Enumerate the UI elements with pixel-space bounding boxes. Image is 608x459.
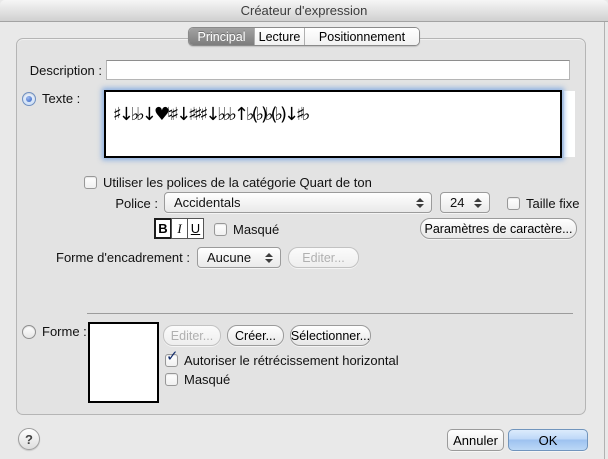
- window-title: Créateur d'expression: [241, 3, 368, 18]
- masque-forme-label[interactable]: Masqué: [184, 372, 230, 387]
- stepper-arrows-icon: [265, 253, 273, 263]
- parametres-caractere-button[interactable]: Paramètres de caractère...: [420, 218, 577, 239]
- police-popup[interactable]: Accidentals: [164, 192, 432, 213]
- text-style-segment: B I U: [154, 218, 204, 239]
- bold-button[interactable]: B: [154, 218, 172, 239]
- forme-editer-button: Editer...: [163, 325, 221, 346]
- forme-radio-label: Forme :: [42, 324, 87, 339]
- police-popup-value: Accidentals: [165, 195, 416, 210]
- italic-button[interactable]: I: [171, 218, 188, 239]
- forme-radio-circle[interactable]: [22, 325, 36, 339]
- radio-dot: [26, 96, 32, 102]
- window-edge: [604, 22, 605, 459]
- quart-de-ton-label[interactable]: Utiliser les polices de la catégorie Qua…: [103, 175, 372, 190]
- autoriser-retrecissement-checkbox[interactable]: ✓ Autoriser le rétrécissement horizontal: [165, 353, 399, 368]
- underline-button[interactable]: U: [187, 218, 204, 239]
- description-label: Description :: [16, 63, 102, 78]
- forme-selectionner-button[interactable]: Sélectionner...: [290, 325, 371, 346]
- size-popup-value: 24: [441, 195, 474, 210]
- checkbox-box[interactable]: ✓: [84, 176, 97, 189]
- quart-de-ton-checkbox[interactable]: ✓ Utiliser les polices de la catégorie Q…: [84, 175, 372, 190]
- forme-creer-button[interactable]: Créer...: [227, 325, 284, 346]
- forme-radio[interactable]: Forme :: [22, 324, 87, 339]
- texte-radio-circle[interactable]: [22, 92, 36, 106]
- taille-fixe-checkbox[interactable]: ✓ Taille fixe: [507, 196, 579, 211]
- checkbox-box[interactable]: ✓: [507, 197, 520, 210]
- check-icon: ✓: [166, 349, 179, 364]
- size-popup[interactable]: 24: [440, 192, 490, 213]
- texte-radio-label: Texte :: [42, 91, 80, 106]
- encadrement-popup-value: Aucune: [198, 250, 265, 265]
- checkbox-box[interactable]: ✓: [214, 223, 227, 236]
- texte-scrollbar-track[interactable]: [564, 91, 575, 157]
- texte-value: ♯↓♭♭↓♥♮♯↓♯♯♯↓♭♭♭↑♭(♭)♭(♭)↓♯♭: [106, 92, 560, 125]
- texte-radio[interactable]: Texte :: [22, 91, 80, 106]
- stepper-arrows-icon: [474, 198, 482, 208]
- encadrement-editer-button: Editer...: [288, 247, 359, 268]
- ok-button[interactable]: OK: [508, 429, 588, 451]
- tab-lecture[interactable]: Lecture: [254, 28, 304, 45]
- masque-text-checkbox[interactable]: ✓ Masqué: [214, 222, 279, 237]
- checkbox-box[interactable]: ✓: [165, 373, 178, 386]
- tab-positionnement[interactable]: Positionnement: [304, 28, 419, 45]
- taille-fixe-label[interactable]: Taille fixe: [526, 196, 579, 211]
- texte-input-area[interactable]: ♯↓♭♭↓♥♮♯↓♯♯♯↓♭♭♭↑♭(♭)♭(♭)↓♯♭: [104, 90, 562, 158]
- autoriser-retrecissement-label[interactable]: Autoriser le rétrécissement horizontal: [184, 353, 399, 368]
- encadrement-label: Forme d'encadrement :: [20, 250, 190, 265]
- checkbox-box[interactable]: ✓: [165, 354, 178, 367]
- shape-preview-box: [88, 322, 159, 403]
- section-divider: [87, 313, 573, 314]
- encadrement-popup[interactable]: Aucune: [197, 247, 281, 268]
- title-bar[interactable]: Créateur d'expression: [0, 0, 608, 22]
- description-input[interactable]: [106, 60, 570, 80]
- police-label: Police :: [76, 196, 158, 211]
- help-button[interactable]: ?: [18, 428, 40, 450]
- tab-bar: Principal Lecture Positionnement: [188, 27, 420, 46]
- tab-principal[interactable]: Principal: [189, 28, 254, 45]
- masque-forme-checkbox[interactable]: ✓ Masqué: [165, 372, 230, 387]
- stepper-arrows-icon: [416, 198, 424, 208]
- masque-text-label[interactable]: Masqué: [233, 222, 279, 237]
- help-question-icon: ?: [25, 432, 33, 447]
- annuler-button[interactable]: Annuler: [447, 429, 504, 451]
- expression-designer-dialog: Créateur d'expression Principal Lecture …: [0, 0, 608, 459]
